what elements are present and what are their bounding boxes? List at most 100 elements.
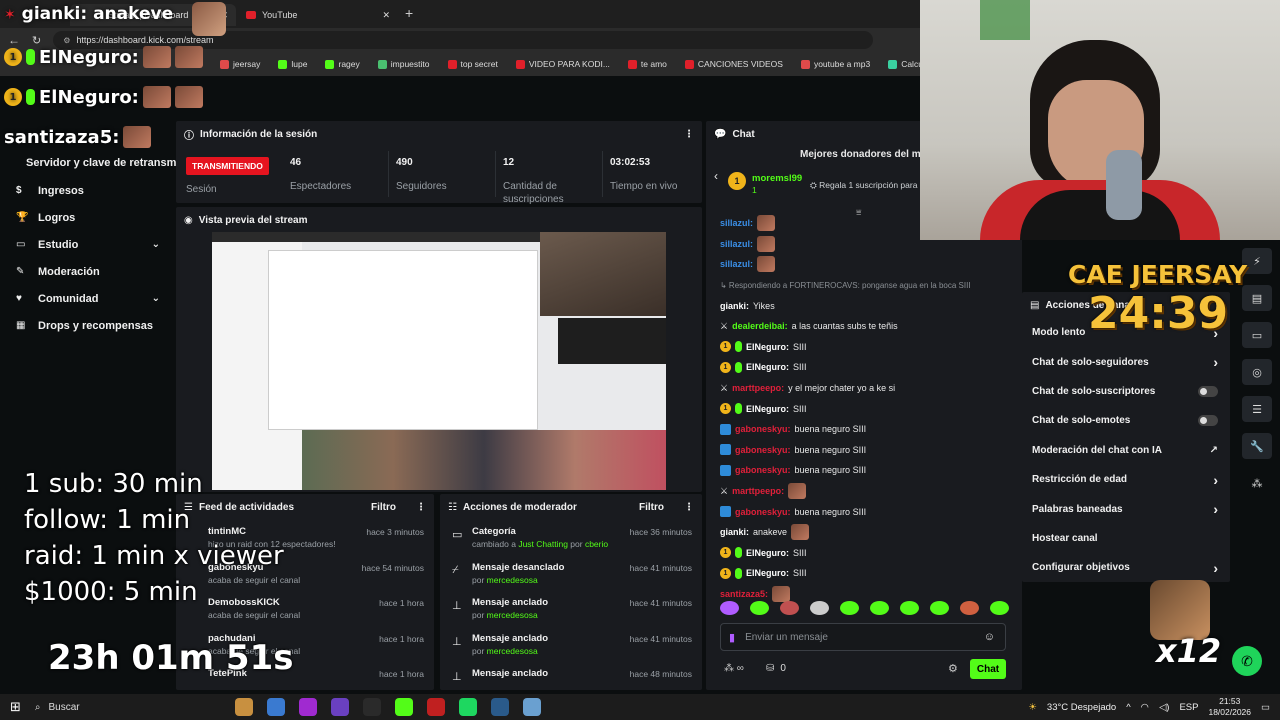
emote-picker-icon[interactable] [780,601,799,615]
chat-username[interactable]: gaboneskyu: [735,445,791,455]
channel-action-6[interactable]: Palabras baneadas › [1022,494,1230,523]
gift-subs-text[interactable]: ⛭ Regala 1 suscripción para [810,180,917,191]
chat-message[interactable]: ⚔ marttpeepo: y el mejor chater yo a ke si [706,378,1022,399]
chat-username[interactable]: gaboneskyu: [735,465,791,475]
settings-icon[interactable]: ⚙ [948,662,958,675]
emote-picker-icon[interactable] [930,601,949,615]
layout-icon[interactable]: ☰ [1242,396,1272,422]
clock[interactable]: 21:53 18/02/2026 [1208,696,1251,718]
language-indicator[interactable]: ESP [1179,702,1198,713]
chat-message[interactable]: 1 ElNeguro: SIII [706,337,1022,358]
chat-message[interactable]: sillazul: [706,254,1022,275]
points-display[interactable]: ⛁ 0 [766,663,786,674]
chat-message[interactable]: gianki: anakeve [706,522,1022,543]
chat-bubble-icon[interactable]: ▭ [1242,322,1272,348]
chat-username[interactable]: dealerdeibai: [732,321,788,331]
bookmark-item[interactable]: lupe [278,59,307,69]
chat-message[interactable]: gaboneskyu: buena neguro SIII [706,460,1022,481]
chat-username[interactable]: gianki: [720,301,749,311]
chat-input[interactable]: ▮ Enviar un mensaje ☺ [720,623,1006,651]
channel-action-8[interactable]: Configurar objetivos › [1022,553,1230,582]
emote-picker-icon[interactable] [750,601,769,615]
taskbar-app-icon[interactable] [362,698,381,716]
sidebar-item-moderación[interactable]: ✎ Moderación [0,258,176,285]
tab-youtube[interactable]: YouTube ✕ [238,4,398,26]
volume-icon[interactable]: ◁) [1159,702,1169,713]
channel-action-4[interactable]: Moderación del chat con IA ↗ [1022,436,1230,465]
mod-action-user[interactable]: mercedesosa [487,575,538,585]
chat-username[interactable]: ElNeguro: [746,548,789,558]
emote-picker-icon[interactable] [900,601,919,615]
emote-picker-icon[interactable] [990,601,1009,615]
stream-key-link[interactable]: Servidor y clave de retransmisión [26,157,176,169]
windows-start-icon[interactable]: ⊞ [10,699,21,715]
sidebar-item-ingresos[interactable]: $ Ingresos [0,177,176,204]
donor-name[interactable]: moremsl99 [752,173,802,184]
emote-picker-icon[interactable] [720,601,739,615]
chevron-left-icon[interactable]: ‹ [714,169,718,183]
taskbar-app-icon[interactable] [266,698,285,716]
taskbar-search[interactable]: ⌕ Buscar [35,697,195,717]
bookmark-item[interactable]: youtube a mp3 [800,59,870,69]
chat-username[interactable]: santizaza5: [720,589,768,599]
bookmark-item[interactable]: ragey [325,59,360,69]
emote-picker-icon[interactable] [840,601,859,615]
wifi-icon[interactable]: ◠ [1141,702,1149,713]
channel-action-7[interactable]: Hostear canal [1022,524,1230,553]
toggle-switch[interactable] [1198,385,1218,397]
chat-message[interactable]: gianki: Yikes [706,295,1022,316]
filter-button[interactable]: Filtro [371,502,396,513]
chat-username[interactable]: gaboneskyu: [735,507,791,517]
chat-message[interactable]: gaboneskyu: buena neguro SIII [706,440,1022,461]
whatsapp-icon[interactable]: ✆ [1232,646,1262,676]
emote-picker-icon[interactable] [870,601,889,615]
new-tab-button[interactable]: + [405,5,413,21]
chat-message[interactable]: ⚔ dealerdeibai: a las cuantas subs te teñi… [706,316,1022,337]
mod-action-user[interactable]: mercedesosa [487,646,538,656]
taskbar-app-icon[interactable] [330,698,349,716]
chat-username[interactable]: marttpeepo: [732,383,784,393]
share-icon[interactable]: ⁂ [1242,470,1272,496]
bookmark-item[interactable]: CANCIONES VIDEOS [684,59,783,69]
send-chat-button[interactable]: Chat [970,659,1006,679]
chat-message[interactable]: gaboneskyu: buena neguro SIII [706,501,1022,522]
taskbar-app-icon[interactable] [490,698,509,716]
chat-username[interactable]: ElNeguro: [746,342,789,352]
bookmark-item[interactable]: impuestito [377,59,430,69]
toggle-switch[interactable] [1198,415,1218,427]
chat-username[interactable]: sillazul: [720,239,753,249]
sidebar-item-drops[interactable]: ▦ Drops y recompensas [0,312,176,339]
broadcast-icon[interactable]: ◎ [1242,359,1272,385]
chat-username[interactable]: gianki: [720,527,749,537]
taskbar-app-icon[interactable] [426,698,445,716]
chat-message[interactable]: 1 ElNeguro: SIII [706,543,1022,564]
mod-action-category[interactable]: Just Chatting [518,539,568,549]
chat-username[interactable]: sillazul: [720,259,753,269]
taskbar-app-icon[interactable] [394,698,413,716]
back-icon[interactable]: ← [8,33,20,47]
chat-message[interactable]: 1 ElNeguro: SIII [706,563,1022,584]
sidebar-item-estudio[interactable]: ▭ Estudio ⌄ [0,231,176,258]
chat-message[interactable]: ⚔ marttpeepo: [706,481,1022,502]
taskbar-app-icon[interactable] [458,698,477,716]
emoji-icon[interactable]: ☺ [984,631,995,643]
wrench-icon[interactable]: 🔧 [1242,433,1272,459]
emote-picker-icon[interactable] [960,601,979,615]
sidebar-item-comunidad[interactable]: ♥ Comunidad ⌄ [0,285,176,312]
chat-username[interactable]: sillazul: [720,218,753,228]
bookmark-item[interactable]: VIDEO PARA KODI... [515,59,610,69]
chat-username[interactable]: ElNeguro: [746,362,789,372]
chat-username[interactable]: ElNeguro: [746,404,789,414]
channel-action-2[interactable]: Chat de solo-suscriptores [1022,377,1230,406]
channel-action-1[interactable]: Chat de solo-seguidores › [1022,347,1230,376]
bookmark-item[interactable]: jeersay [220,59,260,69]
mod-action-user[interactable]: cberio [585,539,608,549]
close-icon[interactable]: ✕ [382,10,390,21]
chat-username[interactable]: gaboneskyu: [735,424,791,434]
chat-message[interactable]: ↳ Respondiendo a FORTINEROCAVS: ponganse… [706,275,1022,296]
channel-action-3[interactable]: Chat de solo-emotes [1022,406,1230,435]
channel-action-5[interactable]: Restricción de edad › [1022,465,1230,494]
site-info-icon[interactable]: ⚙ [63,36,70,45]
filter-button[interactable]: Filtro [639,502,664,513]
bookmark-item[interactable]: top secret [447,59,498,69]
